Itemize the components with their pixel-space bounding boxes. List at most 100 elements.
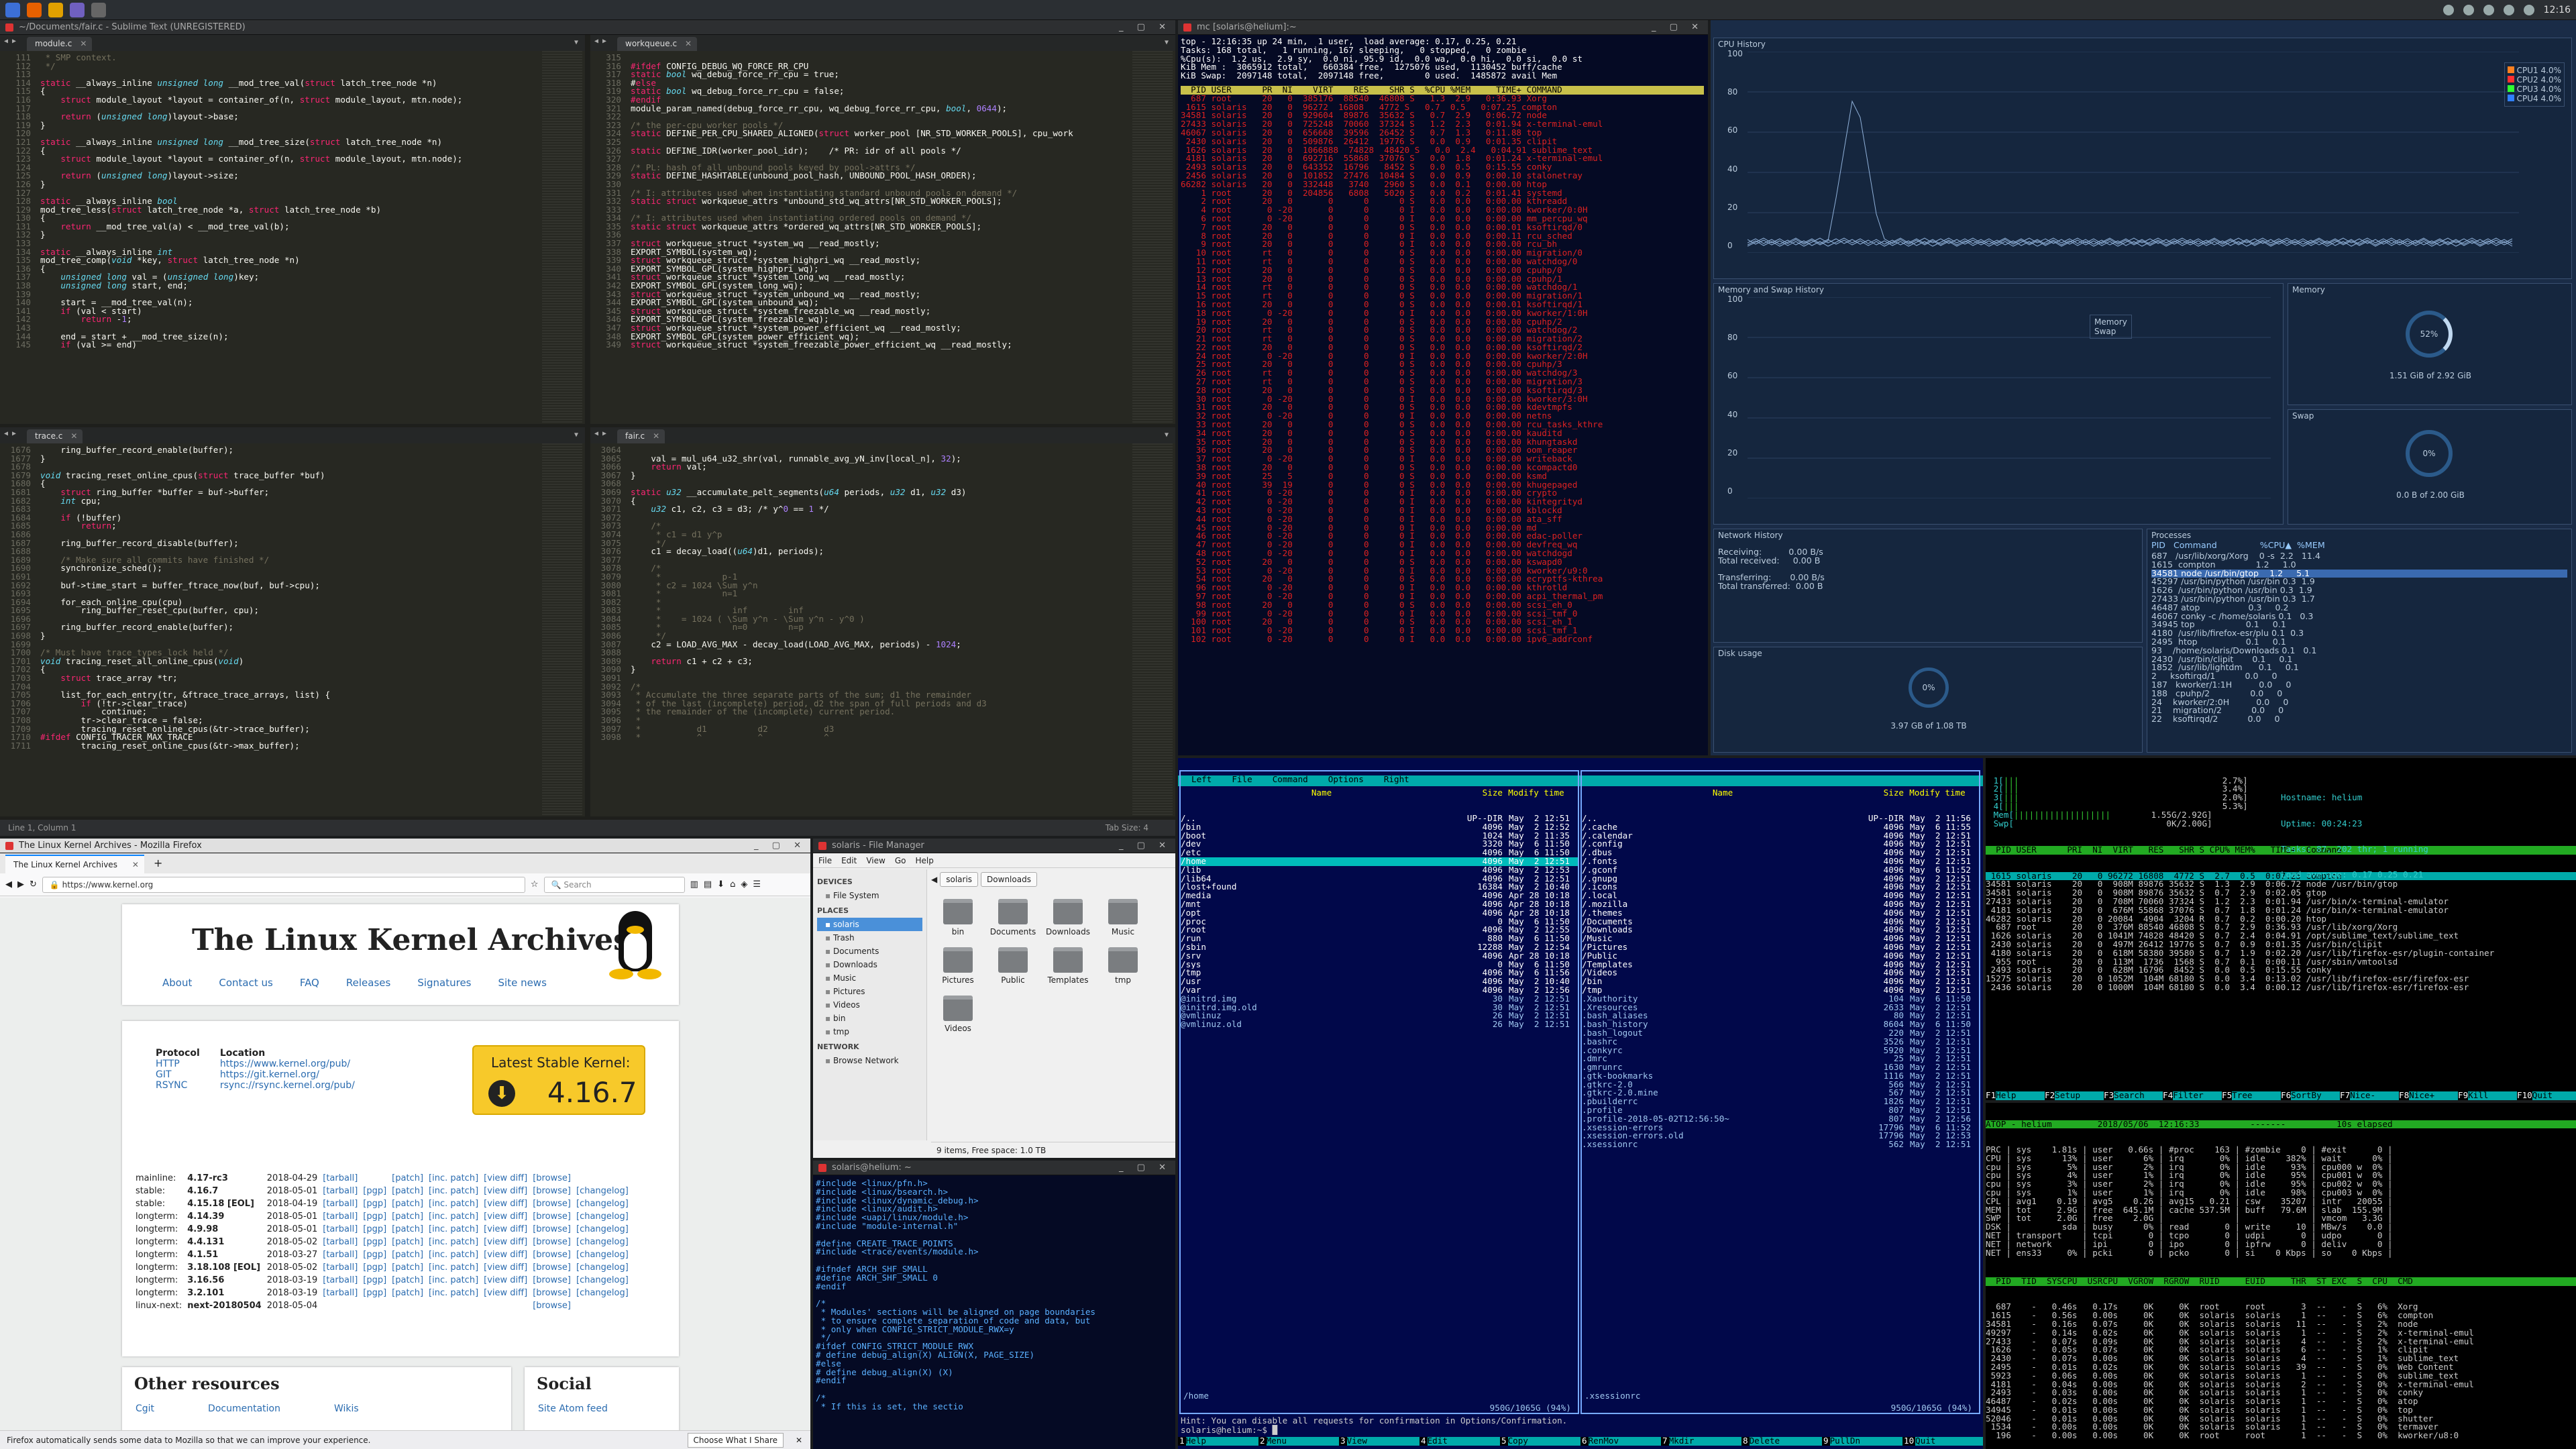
sidebar-item-downloads[interactable]: ▪ Downloads: [817, 958, 922, 971]
file-item[interactable]: bin: [934, 899, 982, 936]
release-link[interactable]: [patch]: [392, 1236, 429, 1248]
top-process-list[interactable]: 687 root 20 0 385176 88540 46808 S 1.3 2…: [1178, 94, 1708, 644]
site-nav-contact-us[interactable]: Contact us: [219, 977, 272, 989]
mc-fkey-help[interactable]: 1 Help: [1178, 1436, 1258, 1446]
mc-fkey-delete[interactable]: 8 Delete: [1741, 1436, 1822, 1446]
menu-edit[interactable]: Edit: [841, 856, 857, 865]
release-link[interactable]: [patch]: [392, 1223, 429, 1236]
file-item[interactable]: tmp: [1099, 947, 1147, 985]
release-link[interactable]: [tarball]: [323, 1248, 363, 1261]
release-link[interactable]: [429, 1299, 484, 1312]
resource-link[interactable]: Documentation: [208, 1403, 280, 1414]
top-process-row[interactable]: 102 root 0 -20 0 0 0 I 0.0 0.0 0:00.00 i…: [1181, 635, 1705, 644]
release-link[interactable]: [pgp]: [363, 1261, 392, 1274]
site-nav-site-news[interactable]: Site news: [498, 977, 547, 989]
release-link[interactable]: [inc. patch]: [429, 1223, 484, 1236]
sidebar-item-trash[interactable]: ▪ Trash: [817, 931, 922, 945]
release-link[interactable]: [pgp]: [363, 1197, 392, 1210]
release-link[interactable]: [patch]: [392, 1197, 429, 1210]
release-link[interactable]: [pgp]: [363, 1248, 392, 1261]
latest-kernel-badge[interactable]: Latest Stable Kernel: ⬇ 4.16.7: [472, 1045, 645, 1115]
mc-fkey-quit[interactable]: 10 Quit: [1902, 1436, 1983, 1446]
tab-workqueue-c[interactable]: workqueue.c ✕: [617, 37, 698, 51]
tab-trace-c[interactable]: trace.c ✕: [27, 429, 83, 443]
release-link[interactable]: [view diff]: [484, 1274, 533, 1287]
release-link[interactable]: [changelog]: [576, 1210, 634, 1223]
htop-fkey-setup[interactable]: F2 Setup: [2045, 1091, 2104, 1100]
url-bar[interactable]: 🔒 https://www.kernel.org: [42, 876, 525, 893]
resource-link[interactable]: Wikis: [334, 1403, 359, 1414]
release-link[interactable]: [inc. patch]: [429, 1172, 484, 1185]
atop-process-list[interactable]: 687 - 0.46s 0.17s 0K 0K root root 3 -- -…: [1986, 1303, 2576, 1440]
sidebar-item-pictures[interactable]: ▪ Pictures: [817, 985, 922, 998]
mc-file-row[interactable]: @vmlinuz.old 26 May 2 12:51: [1181, 1020, 1578, 1029]
processes-list[interactable]: 687 /usr/lib/xorg/Xorg 0 -s 2.2 11.4 1615…: [2151, 551, 2567, 724]
release-link[interactable]: [pgp]: [363, 1185, 392, 1197]
search-input[interactable]: 🔍 Search: [543, 876, 685, 893]
htop-fkey-nice[interactable]: F7 Nice-: [2340, 1091, 2399, 1100]
window-buttons[interactable]: _ ▢ ✕: [1119, 20, 1171, 35]
release-link[interactable]: [view diff]: [484, 1236, 533, 1248]
window-buttons[interactable]: _ ▢ ✕: [1119, 1161, 1171, 1175]
release-link[interactable]: [patch]: [392, 1274, 429, 1287]
menu-help[interactable]: Help: [915, 856, 933, 865]
mc-fkey-menu[interactable]: 2 Menu: [1258, 1436, 1339, 1446]
mc-file-row[interactable]: .xsessionrc 562 May 2 12:51: [1582, 1140, 1979, 1149]
reload-icon[interactable]: ↻: [30, 879, 37, 890]
forward-icon[interactable]: ▶: [17, 879, 24, 890]
release-link[interactable]: [patch]: [392, 1210, 429, 1223]
tab-dropdown-icon[interactable]: ▼: [1165, 39, 1169, 46]
release-link[interactable]: [browse]: [533, 1223, 576, 1236]
release-link[interactable]: [patch]: [392, 1172, 429, 1185]
release-link[interactable]: [484, 1299, 533, 1312]
mc-fkey-edit[interactable]: 4 Edit: [1419, 1436, 1500, 1446]
release-link[interactable]: [tarball]: [323, 1172, 363, 1185]
mc-fkey-mkdir[interactable]: 7 Mkdir: [1661, 1436, 1741, 1446]
social-link[interactable]: Site Atom feed: [538, 1403, 608, 1414]
release-link[interactable]: [576, 1299, 634, 1312]
release-link[interactable]: [tarball]: [323, 1197, 363, 1210]
terminal-launcher-icon[interactable]: [48, 2, 63, 17]
release-link[interactable]: [363, 1172, 392, 1185]
release-link[interactable]: [browse]: [533, 1274, 576, 1287]
release-link[interactable]: [browse]: [533, 1172, 576, 1185]
close-tab-icon[interactable]: ✕: [132, 860, 139, 869]
release-link[interactable]: [changelog]: [576, 1261, 634, 1274]
menu-file[interactable]: File: [818, 856, 832, 865]
release-link[interactable]: [pgp]: [363, 1210, 392, 1223]
release-link[interactable]: [browse]: [533, 1236, 576, 1248]
htop-fkey-tree[interactable]: F5 Tree: [2222, 1091, 2281, 1100]
sidebar-item-browse-network[interactable]: ▪ Browse Network: [817, 1054, 922, 1067]
back-icon[interactable]: ◀: [931, 875, 937, 884]
htop-process-row[interactable]: 2436 solaris 20 0 1000M 104M 68180 S 0.0…: [1986, 983, 2576, 992]
htop-fkey-sortby[interactable]: F6 SortBy: [2281, 1091, 2340, 1100]
tab-dropdown-icon[interactable]: ▼: [574, 39, 578, 46]
release-link[interactable]: [browse]: [533, 1210, 576, 1223]
release-link[interactable]: [inc. patch]: [429, 1185, 484, 1197]
release-link[interactable]: [patch]: [392, 1248, 429, 1261]
breadcrumb-downloads[interactable]: Downloads: [981, 872, 1037, 887]
mc-fkey-renmov[interactable]: 6 RenMov: [1580, 1436, 1661, 1446]
release-link[interactable]: [view diff]: [484, 1261, 533, 1274]
release-link[interactable]: [pgp]: [363, 1274, 392, 1287]
sidebar-item-music[interactable]: ▪ Music: [817, 971, 922, 985]
close-tab-icon[interactable]: ✕: [653, 431, 659, 441]
file-item[interactable]: Documents: [989, 899, 1037, 936]
sidebar-icon[interactable]: ▤: [704, 879, 712, 890]
protocol-name[interactable]: GIT: [156, 1069, 220, 1080]
release-link[interactable]: [inc. patch]: [429, 1248, 484, 1261]
tab-scroll-arrows[interactable]: ◀ ▶: [4, 38, 16, 45]
release-link[interactable]: [tarball]: [323, 1185, 363, 1197]
htop-fkey-help[interactable]: F1 Help: [1986, 1091, 2045, 1100]
tab-size[interactable]: Tab Size: 4: [1106, 820, 1148, 836]
tab-kernel-org[interactable]: The Linux Kernel Archives ✕: [5, 855, 144, 873]
file-item[interactable]: Music: [1099, 899, 1147, 936]
tab-scroll-arrows[interactable]: ◀ ▶: [594, 38, 606, 45]
release-link[interactable]: [pgp]: [363, 1287, 392, 1299]
code-area[interactable]: 111 * SMP context. 112 */ 113 114 static …: [0, 51, 585, 424]
release-link[interactable]: [tarball]: [323, 1210, 363, 1223]
release-link[interactable]: [browse]: [533, 1185, 576, 1197]
mc-fkey-pulldn[interactable]: 9 PullDn: [1822, 1436, 1902, 1446]
site-nav-about[interactable]: About: [162, 977, 192, 989]
tab-module-c[interactable]: module.c ✕: [27, 37, 93, 51]
